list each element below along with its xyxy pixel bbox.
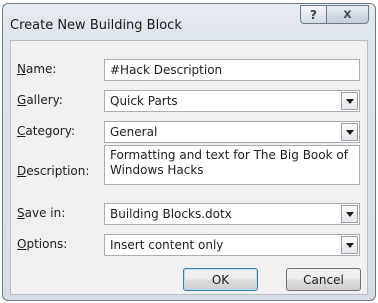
ok-button-label: OK — [211, 272, 230, 287]
title-bar[interactable]: Create New Building Block ? x — [3, 4, 375, 40]
gallery-dropdown-button[interactable] — [341, 92, 358, 110]
category-selected-value: General — [110, 125, 158, 139]
help-icon: ? — [310, 7, 317, 22]
dialog-body: Name: #Hack Description Gallery: Quick P… — [10, 40, 368, 295]
caption-buttons: ? x — [300, 5, 369, 24]
gallery-selected-value: Quick Parts — [110, 94, 178, 108]
dialog-title: Create New Building Block — [10, 18, 182, 33]
chevron-down-icon — [345, 211, 354, 217]
cancel-button[interactable]: Cancel — [286, 268, 361, 291]
description-field[interactable]: Formatting and text for The Big Book of … — [104, 145, 360, 185]
ok-button[interactable]: OK — [183, 268, 258, 291]
save-in-dropdown-button[interactable] — [341, 205, 358, 223]
description-field-value: Formatting and text for The Big Book of … — [110, 148, 348, 177]
chevron-down-icon — [345, 242, 354, 248]
description-label: Description: — [17, 164, 90, 178]
gallery-label: Gallery: — [17, 93, 63, 107]
close-button[interactable]: x — [326, 5, 369, 24]
options-selected-value: Insert content only — [110, 238, 224, 252]
save-in-selected-value: Building Blocks.dotx — [110, 207, 232, 221]
gallery-dropdown[interactable]: Quick Parts — [104, 90, 360, 112]
dialog-window: Create New Building Block ? x Name: #Hac… — [2, 3, 376, 301]
help-button[interactable]: ? — [300, 5, 326, 24]
save-in-label: Save in: — [17, 206, 66, 220]
chevron-down-icon — [345, 98, 354, 104]
name-field-value: #Hack Description — [110, 63, 223, 77]
name-field[interactable]: #Hack Description — [104, 59, 360, 81]
save-in-dropdown[interactable]: Building Blocks.dotx — [104, 203, 360, 225]
options-dropdown[interactable]: Insert content only — [104, 234, 360, 256]
name-label: Name: — [17, 62, 57, 76]
cancel-button-label: Cancel — [303, 272, 344, 287]
close-icon: x — [343, 7, 352, 22]
chevron-down-icon — [345, 129, 354, 135]
category-label: Category: — [17, 124, 75, 138]
options-dropdown-button[interactable] — [341, 236, 358, 254]
category-dropdown[interactable]: General — [104, 121, 360, 143]
options-label: Options: — [17, 237, 68, 251]
category-dropdown-button[interactable] — [341, 123, 358, 141]
